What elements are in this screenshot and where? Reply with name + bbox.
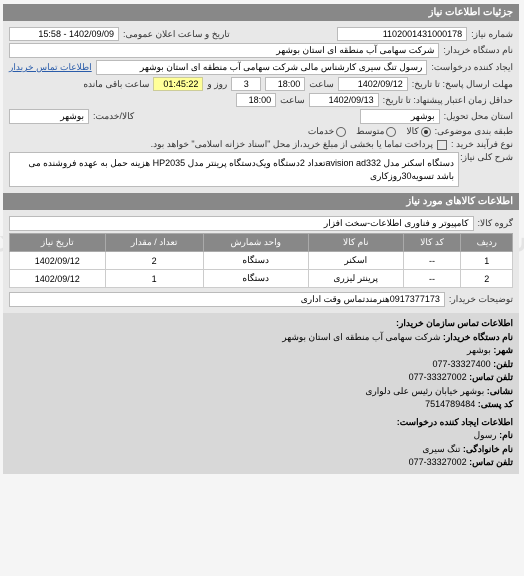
- items-table: ردیف کد کالا نام کالا واحد شمارش تعداد /…: [10, 233, 514, 288]
- th-code: کد کالا: [404, 234, 462, 252]
- time-label-2: ساعت: [281, 95, 306, 106]
- radio-goods-label: کالا: [407, 126, 419, 137]
- fax-value: 33327002-077: [410, 372, 468, 382]
- family-value: تنگ سیری: [423, 444, 461, 454]
- need-number-label: شماره نیاز:: [472, 29, 514, 40]
- main-header: جزئیات اطلاعات نیاز: [4, 4, 520, 21]
- days-remain: 3: [232, 77, 262, 91]
- value-value: بوشهر: [10, 109, 90, 124]
- contact-header: اطلاعات تماس سازمان خریدار:: [10, 317, 514, 331]
- time-label-1: ساعت: [310, 79, 335, 90]
- goods-group-value: کامپیوتر و فناوری اطلاعات-سخت افزار: [10, 216, 475, 231]
- radio-services[interactable]: [337, 127, 347, 137]
- phone-value: 33327400-077: [434, 359, 492, 369]
- general-desc-value: دستگاه اسکنر مدل avision ad332تعداد 2دست…: [10, 152, 460, 187]
- buyer-notes-label: توضیحات خریدار:: [450, 294, 514, 305]
- address-value: بوشهر خیابان رئیس علی دلواری: [366, 386, 485, 396]
- packaging-radio-group: کالا متوسط خدمات: [309, 126, 432, 137]
- phone-label: تلفن:: [494, 359, 514, 369]
- delivery-deadline-label: حداقل زمان اعتبار پیشنهاد: تا تاریخ:: [384, 95, 514, 106]
- time-remain: 01:45:22: [154, 77, 204, 91]
- buyer-contact-link[interactable]: اطلاعات تماس خریدار: [10, 62, 93, 73]
- contact-phone-value: 33327002-077: [410, 457, 468, 467]
- th-date: تاریخ نیاز: [11, 234, 107, 252]
- th-row: ردیف: [462, 234, 514, 252]
- goods-group-label: گروه کالا:: [479, 218, 514, 229]
- delivery-time: 18:00: [237, 93, 277, 107]
- agreement-text: پرداخت تماما یا بخشی از مبلغ خرید،از محل…: [152, 139, 434, 150]
- name-label: نام:: [500, 430, 514, 440]
- deadline-label: مهلت ارسال پاسخ: تا تاریخ:: [413, 79, 514, 90]
- th-name: نام کالا: [309, 234, 404, 252]
- deadline-date: 1402/09/12: [339, 77, 409, 91]
- th-unit: واحد شمارش: [204, 234, 309, 252]
- time-remain-label: ساعت باقی مانده: [84, 79, 150, 90]
- buyer-name-label: نام دستگاه خریدار:: [444, 45, 514, 56]
- general-desc-label: شرح کلی نیاز:: [464, 152, 514, 163]
- announce-date-label: تاریخ و ساعت اعلان عمومی:: [124, 29, 231, 40]
- value-label: کالا/خدمت:: [94, 111, 135, 122]
- deadline-time: 18:00: [266, 77, 306, 91]
- org-label: نام دستگاه خریدار:: [444, 332, 514, 342]
- announce-date-value: 1402/09/09 - 15:58: [10, 27, 120, 41]
- family-label: نام خانوادگی:: [464, 444, 514, 454]
- delivery-date: 1402/09/13: [310, 93, 380, 107]
- city-value: بوشهر: [468, 345, 492, 355]
- org-value: شرکت سهامی آب منطقه ای استان بوشهر: [283, 332, 441, 342]
- radio-medium-label: متوسط: [357, 126, 385, 137]
- address-label: نشانی:: [488, 386, 514, 396]
- fax-label: تلفن تماس:: [470, 372, 514, 382]
- need-number-value: 1102001431000178: [338, 27, 468, 41]
- creator-header: اطلاعات ایجاد کننده درخواست:: [10, 416, 514, 430]
- requester-value: رسول تنگ سیری کارشناس مالی شرکت سهامی آب…: [97, 60, 429, 75]
- city-label: شهر:: [494, 345, 514, 355]
- postal-label: کد پستی:: [479, 399, 514, 409]
- agreement-label: نوع فرآیند خرید :: [452, 139, 514, 150]
- radio-services-label: خدمات: [309, 126, 335, 137]
- radio-medium[interactable]: [387, 127, 397, 137]
- requester-label: ایجاد کننده درخواست:: [432, 62, 514, 73]
- needed-info-header: اطلاعات کالاهای مورد نیاز: [4, 193, 520, 210]
- buyer-name-value: شرکت سهامی آب منطقه ای استان بوشهر: [10, 43, 440, 58]
- days-label: روز و: [208, 79, 228, 90]
- table-row: 2 -- پرینتر لیزری دستگاه 1 1402/09/12: [11, 270, 514, 288]
- agreement-checkbox[interactable]: [438, 140, 448, 150]
- radio-goods[interactable]: [422, 127, 432, 137]
- contact-phone-label: تلفن تماس:: [470, 457, 514, 467]
- packaging-label: طبقه بندی موضوعی:: [436, 126, 514, 137]
- buyer-notes-value: 0917377173هنرمندتماس وقت اداری: [10, 292, 446, 307]
- location-value: بوشهر: [361, 109, 441, 124]
- th-qty: تعداد / مقدار: [106, 234, 204, 252]
- table-row: 1 -- اسکنر دستگاه 2 1402/09/12: [11, 252, 514, 270]
- name-value: رسول: [475, 430, 498, 440]
- location-label: استان محل تحویل:: [445, 111, 514, 122]
- postal-value: 7514789484: [426, 399, 476, 409]
